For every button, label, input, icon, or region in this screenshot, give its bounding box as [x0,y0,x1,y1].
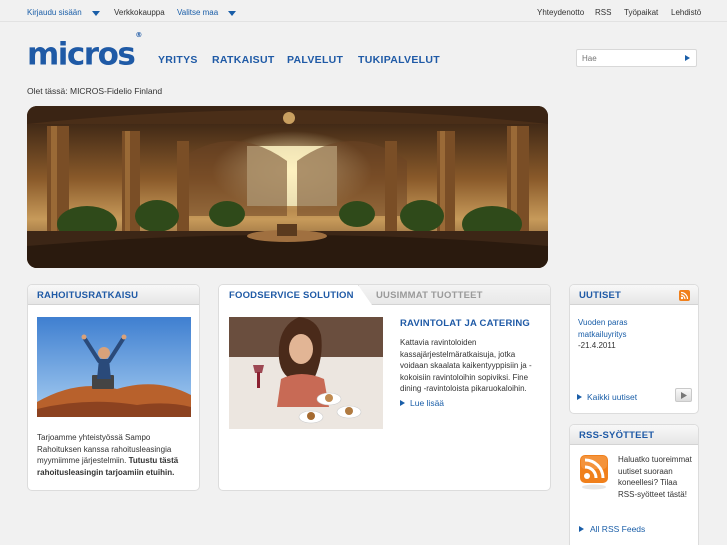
all-rss-link[interactable]: All RSS Feeds [590,524,645,534]
celebrating-man-photo[interactable] [37,317,191,417]
restaurant-diner-photo[interactable] [229,317,383,429]
country-chevron-down-icon[interactable] [228,11,236,16]
financing-text: Tarjoamme yhteistyössä Sampo Rahoituksen… [37,432,195,478]
tab-foodservice-label: FOODSERVICE SOLUTION [229,290,354,301]
solutions-panel: FOODSERVICE SOLUTION UUSIMMAT TUOTTEET R… [218,284,551,491]
nav-item-tukipalvelut[interactable]: TUKIPALVELUT [358,54,440,66]
all-rss-arrow-icon[interactable] [579,526,584,532]
country-selector[interactable]: Valitse maa [177,8,218,17]
read-more-arrow-icon[interactable] [400,400,405,406]
shop-link[interactable]: Verkkokauppa [114,8,165,17]
press-link[interactable]: Lehdistö [671,8,701,17]
rss-title: RSS-SYÖTTEET [579,430,655,441]
rss-text: Haluatko tuoreimmat uutiset suoraan kone… [618,455,692,499]
feature-body: Kattavia ravintoloiden kassajärjestelmär… [400,338,532,393]
news-panel: UUTISET Vuoden paras matkailuyritys -21.… [569,284,699,414]
financing-panel-header: RAHOITUSRATKAISU [28,285,199,305]
rss-large-icon[interactable] [580,455,608,491]
rss-panel: RSS-SYÖTTEET Haluatko tuoreimmat uutiset… [569,424,699,545]
login-chevron-down-icon[interactable] [92,11,100,16]
feature-heading[interactable]: RAVINTOLAT JA CATERING [400,318,530,329]
all-news-link[interactable]: Kaikki uutiset [587,392,637,402]
nav-item-ratkaisut[interactable]: RATKAISUT [212,54,275,66]
micros-logo[interactable]: micros® [27,31,142,73]
jobs-link[interactable]: Työpaikat [624,8,658,17]
search-box [576,49,697,67]
news-item-date: -21.4.2011 [578,341,616,350]
hero-banner-image [27,106,548,268]
all-news-arrow-icon[interactable] [577,394,582,400]
tab-latest-products-label: UUSIMMAT TUOTTEET [376,290,483,301]
news-panel-header: UUTISET [570,285,698,305]
logo-registered-mark: ® [135,31,143,39]
nav-item-palvelut[interactable]: PALVELUT [287,54,343,66]
palace-lobby-illustration [27,106,548,268]
breadcrumb: Olet tässä: MICROS-Fidelio Finland [27,86,163,96]
financing-title: RAHOITUSRATKAISU [37,290,139,301]
rss-link[interactable]: RSS [595,8,611,17]
news-next-button[interactable] [675,388,692,402]
read-more-link[interactable]: Lue lisää [410,398,444,408]
news-title: UUTISET [579,290,622,301]
nav-item-yritys[interactable]: YRITYS [158,54,198,66]
login-link[interactable]: Kirjaudu sisään [27,8,82,17]
news-item-title[interactable]: Vuoden paras matkailuyritys [578,317,668,340]
tab-foodservice-solution[interactable]: FOODSERVICE SOLUTION [219,285,359,305]
rss-panel-header: RSS-SYÖTTEET [570,425,698,445]
contact-link[interactable]: Yhteydenotto [537,8,584,17]
news-next-arrow-icon [681,392,687,399]
tab-latest-products[interactable]: UUSIMMAT TUOTTEET [358,285,550,305]
tab-slant-divider [358,285,372,305]
utility-bar: Kirjaudu sisään Verkkokauppa Valitse maa… [0,0,727,22]
search-submit-arrow-icon[interactable] [685,55,690,61]
rss-feed-icon[interactable] [679,290,690,301]
search-input[interactable] [582,52,682,64]
logo-text: micros [27,36,136,73]
financing-panel: RAHOITUSRATKAISU Tarjoamme yhteistyössä … [27,284,200,491]
